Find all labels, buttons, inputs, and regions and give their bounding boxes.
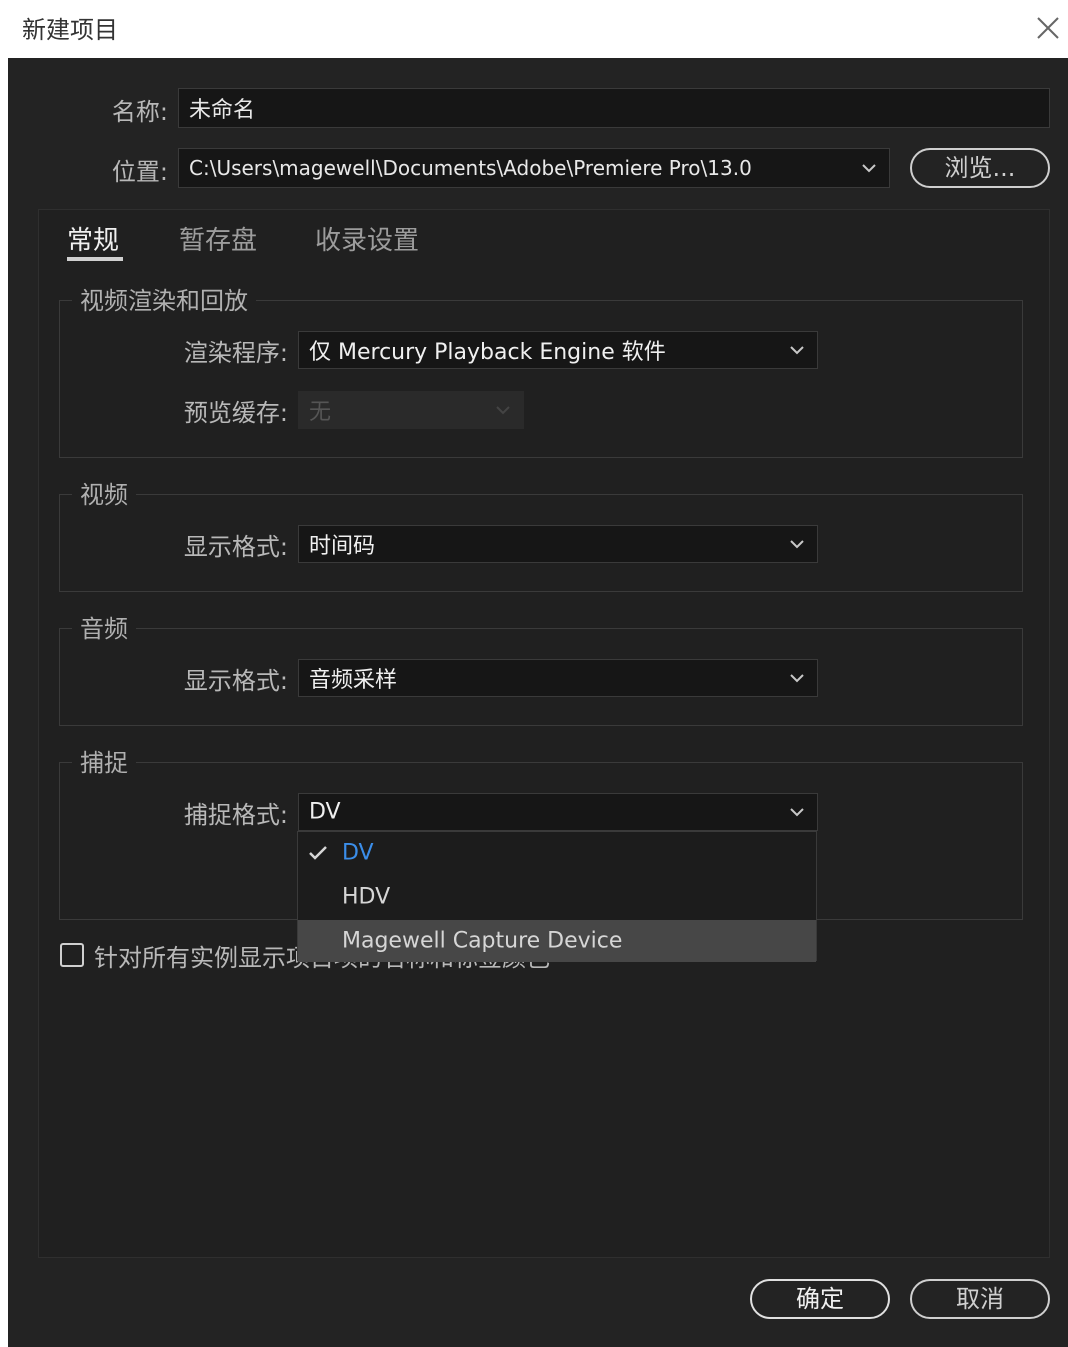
chevron-down-icon <box>790 674 804 683</box>
browse-button[interactable]: 浏览... <box>910 148 1050 188</box>
location-label: 位置: <box>111 158 168 186</box>
audio-group: 音频 显示格式: 音频采样 <box>59 609 1023 726</box>
video-rendering-title: 视频渲染和回放 <box>72 281 256 316</box>
dropdown-option-magewell[interactable]: Magewell Capture Device <box>298 920 816 962</box>
capture-format-dropdown: DV HDV Magewell Capture Device <box>297 831 817 962</box>
ok-button[interactable]: 确定 <box>750 1279 890 1319</box>
option-label: Magewell Capture Device <box>342 928 623 954</box>
tab-general[interactable]: 常规 <box>67 220 119 257</box>
capture-title: 捕捉 <box>72 743 136 778</box>
location-select[interactable]: C:\Users\magewell\Documents\Adobe\Premie… <box>178 148 890 188</box>
title-bar: 新建项目 <box>0 0 1068 58</box>
video-group: 视频 显示格式: 时间码 <box>59 475 1023 592</box>
video-rendering-group: 视频渲染和回放 渲染程序: 仅 Mercury Playback Engine … <box>59 281 1023 458</box>
name-value: 未命名 <box>189 98 256 123</box>
option-label: DV <box>342 840 374 866</box>
chevron-down-icon <box>496 406 510 415</box>
renderer-value: 仅 Mercury Playback Engine 软件 <box>309 340 666 365</box>
dropdown-option-hdv[interactable]: HDV <box>298 876 816 918</box>
video-title: 视频 <box>72 475 136 510</box>
tab-scratch-disks[interactable]: 暂存盘 <box>179 220 257 257</box>
audio-display-format-value: 音频采样 <box>309 668 398 693</box>
show-names-checkbox[interactable] <box>60 943 84 967</box>
capture-format-label: 捕捉格式: <box>183 801 288 829</box>
cancel-button[interactable]: 取消 <box>910 1279 1050 1319</box>
dropdown-option-dv[interactable]: DV <box>298 832 816 874</box>
chevron-down-icon <box>862 164 876 173</box>
name-input[interactable]: 未命名 <box>178 88 1050 128</box>
name-label: 名称: <box>111 98 168 126</box>
audio-title: 音频 <box>72 609 136 644</box>
chevron-down-icon <box>790 540 804 549</box>
video-display-format-label: 显示格式: <box>183 533 288 561</box>
checkmark-icon <box>309 846 327 860</box>
video-display-format-select[interactable]: 时间码 <box>298 525 818 563</box>
dialog-body: 名称: 未命名 位置: C:\Users\magewell\Documents\… <box>8 58 1068 1347</box>
location-value: C:\Users\magewell\Documents\Adobe\Premie… <box>189 156 752 180</box>
capture-format-value: DV <box>309 799 341 825</box>
option-label: HDV <box>342 884 391 910</box>
preview-cache-value: 无 <box>309 400 332 425</box>
chevron-down-icon <box>790 346 804 355</box>
settings-panel: 常规 暂存盘 收录设置 视频渲染和回放 渲染程序: 仅 Mercury Play… <box>38 209 1050 1258</box>
preview-cache-select: 无 <box>298 391 524 429</box>
video-display-format-value: 时间码 <box>309 534 376 559</box>
renderer-label: 渲染程序: <box>183 339 288 367</box>
chevron-down-icon <box>790 808 804 817</box>
close-icon <box>1037 17 1059 39</box>
window-title: 新建项目 <box>22 16 118 44</box>
close-button[interactable] <box>1030 10 1066 46</box>
renderer-select[interactable]: 仅 Mercury Playback Engine 软件 <box>298 331 818 369</box>
audio-display-format-label: 显示格式: <box>183 667 288 695</box>
capture-format-select[interactable]: DV <box>298 793 818 831</box>
active-tab-indicator <box>67 257 123 261</box>
preview-cache-label: 预览缓存: <box>183 399 288 427</box>
audio-display-format-select[interactable]: 音频采样 <box>298 659 818 697</box>
tab-ingest-settings[interactable]: 收录设置 <box>315 220 419 257</box>
